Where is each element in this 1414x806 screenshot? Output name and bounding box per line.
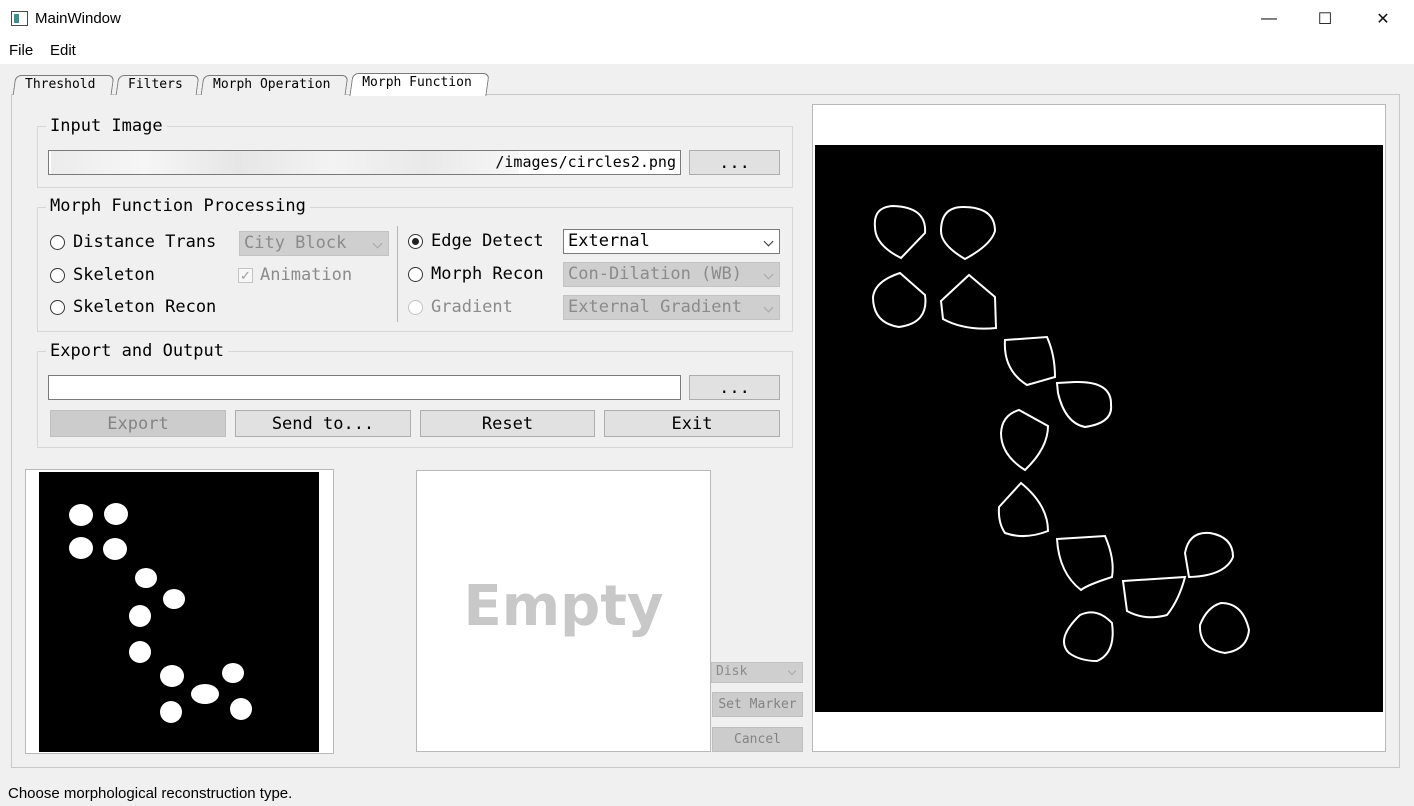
cancel-button: Cancel [712,727,803,752]
input-image-path-text: /images/circles2.png [495,153,676,171]
input-image-preview [39,472,319,752]
chevron-down-icon [763,302,774,313]
edge-detect-output [815,145,1383,712]
skeleton-recon-label: Skeleton Recon [73,297,217,317]
processing-divider [397,226,398,322]
edge-type-combo[interactable]: External [563,229,780,254]
redacted-path-blur [51,151,519,174]
skeleton-recon-radio[interactable] [50,300,65,315]
gradient-radio [408,300,423,315]
marker-placeholder: Empty [463,574,664,639]
reset-button[interactable]: Reset [420,410,595,437]
animation-label: Animation [260,265,353,285]
gradient-label: Gradient [431,297,513,317]
input-image-browse-button[interactable]: ... [689,150,780,175]
output-image-viewer [812,104,1386,752]
export-path-field[interactable] [48,375,681,400]
recon-type-combo: Con-Dilation (WB) [563,262,780,287]
window-title: MainWindow [35,10,121,27]
maximize-icon[interactable]: ☐ [1296,0,1354,38]
send-to-button[interactable]: Send to... [235,410,411,437]
tab-morph-operation[interactable]: Morph Operation [200,75,349,95]
distance-type-combo: City Block [239,231,389,256]
animation-checkbox: ✓ [238,268,253,283]
status-bar-text: Choose morphological reconstruction type… [8,785,293,802]
exit-button[interactable]: Exit [604,410,780,437]
input-image-title: Input Image [46,116,167,136]
chevron-down-icon [763,236,774,247]
skeleton-label: Skeleton [73,265,155,285]
tab-morph-function[interactable]: Morph Function [349,73,490,96]
minimize-icon[interactable]: — [1240,0,1298,38]
gradient-type-combo: External Gradient [563,295,780,320]
morph-recon-radio[interactable] [408,267,423,282]
tab-filters[interactable]: Filters [115,75,200,95]
distance-trans-label: Distance Trans [73,232,217,252]
close-icon[interactable]: ✕ [1354,0,1412,38]
app-icon [11,11,28,26]
distance-trans-radio[interactable] [50,235,65,250]
input-image-viewer [25,469,334,754]
title-bar [0,0,1414,38]
chevron-down-icon [372,238,383,249]
processing-title: Morph Function Processing [46,196,310,216]
chevron-down-icon [787,666,797,676]
skeleton-radio[interactable] [50,268,65,283]
edge-detect-label: Edge Detect [431,231,544,251]
export-browse-button[interactable]: ... [689,375,780,400]
export-title: Export and Output [46,341,228,361]
menu-file[interactable]: File [9,42,33,59]
tab-threshold[interactable]: Threshold [12,75,115,95]
export-button: Export [50,410,226,437]
structuring-shape-combo: Disk [711,662,803,683]
chevron-down-icon [763,269,774,280]
menu-bar [0,38,1414,64]
morph-recon-label: Morph Recon [431,264,544,284]
set-marker-button: Set Marker [712,692,803,717]
input-image-path-field[interactable]: /images/circles2.png [48,150,681,175]
menu-edit[interactable]: Edit [50,42,76,59]
edge-detect-radio[interactable] [408,234,423,249]
